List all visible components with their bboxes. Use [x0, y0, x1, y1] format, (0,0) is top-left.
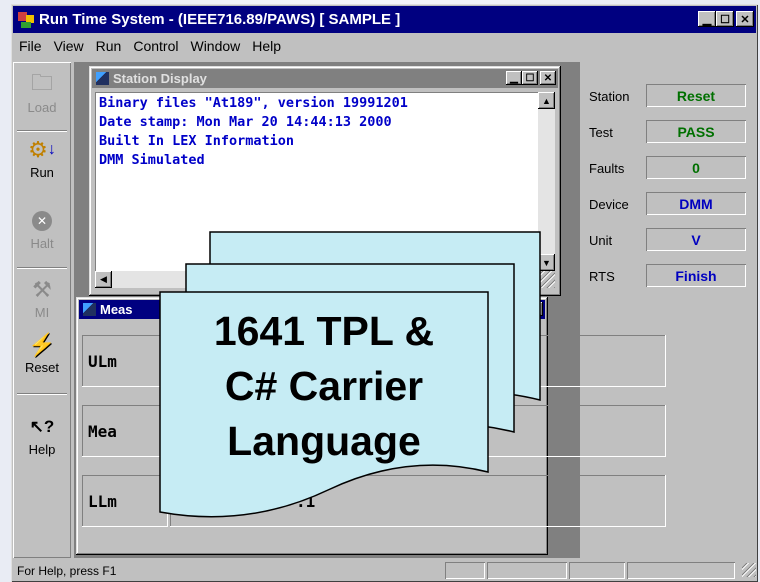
document-stack-overlay: 1641 TPL & C# Carrier Language: [159, 231, 541, 518]
overlay-line: C# Carrier: [225, 363, 423, 409]
overlay-line: 1641 TPL &: [214, 308, 434, 354]
overlay-line: Language: [227, 418, 421, 464]
